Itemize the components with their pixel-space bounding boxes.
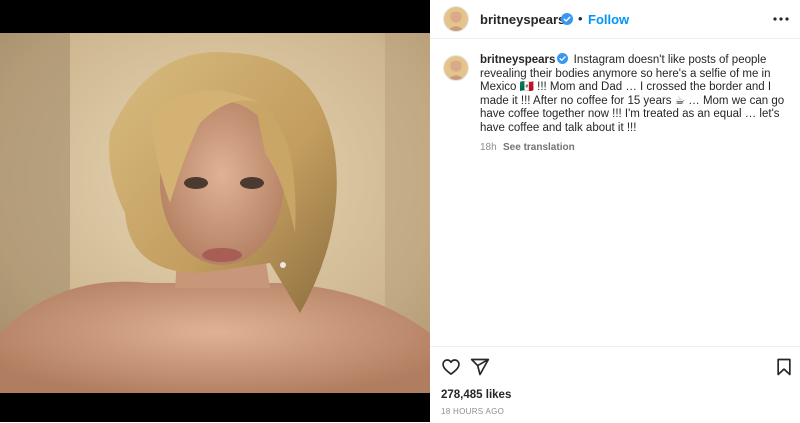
- heart-icon[interactable]: [441, 357, 461, 377]
- header-username[interactable]: britneyspears: [480, 12, 565, 27]
- more-options-icon[interactable]: [772, 10, 790, 28]
- post-timestamp: 18 HOURS AGO: [441, 407, 505, 416]
- post-side-panel: britneyspears • Follow britneyspears Ins…: [430, 0, 800, 422]
- verified-badge-icon: [561, 13, 573, 25]
- post-header: britneyspears • Follow: [430, 0, 800, 39]
- post-caption: britneyspears Instagram doesn't like pos…: [480, 53, 792, 136]
- caption-username[interactable]: britneyspears: [480, 54, 555, 66]
- share-icon[interactable]: [470, 357, 490, 377]
- caption-timestamp[interactable]: 18h: [480, 142, 497, 153]
- verified-badge-icon: [557, 53, 569, 64]
- post-photo[interactable]: [0, 33, 430, 393]
- caption-author-avatar[interactable]: [443, 55, 469, 81]
- follow-button[interactable]: Follow: [588, 12, 629, 27]
- see-translation-link[interactable]: See translation: [503, 142, 575, 153]
- post-actions: 278,485 likes 18 HOURS AGO: [430, 346, 800, 423]
- header-separator-dot: •: [578, 11, 583, 26]
- post-media[interactable]: [0, 0, 430, 422]
- bookmark-icon[interactable]: [774, 357, 794, 377]
- author-avatar[interactable]: [443, 6, 469, 32]
- likes-count[interactable]: 278,485 likes: [441, 389, 511, 401]
